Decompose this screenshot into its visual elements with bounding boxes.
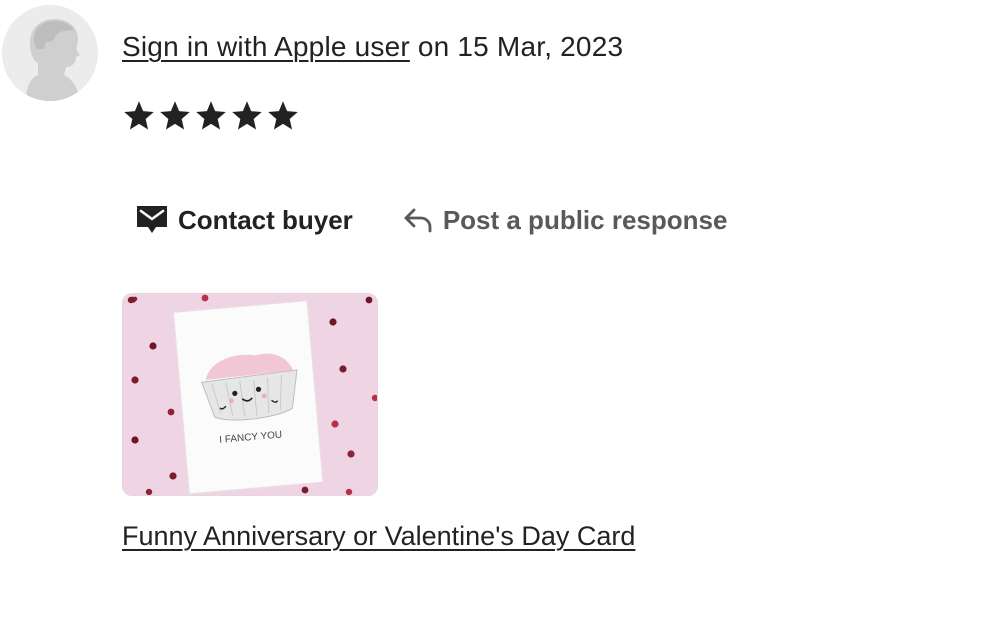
review-actions: Contact buyer Post a public response xyxy=(136,198,727,242)
star-icon xyxy=(160,101,190,130)
star-icon xyxy=(196,101,226,130)
reply-arrow-icon xyxy=(404,208,432,233)
avatar xyxy=(2,5,98,101)
post-public-response-button[interactable]: Post a public response xyxy=(403,198,728,242)
reviewer-name-link[interactable]: Sign in with Apple user xyxy=(122,31,410,62)
contact-buyer-button[interactable]: Contact buyer xyxy=(136,198,353,242)
post-public-response-label: Post a public response xyxy=(442,205,728,235)
listing-thumbnail[interactable]: I FANCY YOU xyxy=(122,293,378,496)
mail-icon xyxy=(137,206,167,233)
default-avatar-icon xyxy=(2,5,98,101)
listing-title-link[interactable]: Funny Anniversary or Valentine's Day Car… xyxy=(122,518,635,554)
star-icon xyxy=(268,101,298,130)
review-header: Sign in with Apple user on 15 Mar, 2023 xyxy=(122,28,623,66)
listing-image: I FANCY YOU xyxy=(123,294,377,495)
review-card: Sign in with Apple user on 15 Mar, 2023 … xyxy=(0,0,998,628)
star-rating xyxy=(122,97,300,135)
star-icon xyxy=(232,101,262,130)
star-icon xyxy=(124,101,154,130)
contact-buyer-label: Contact buyer xyxy=(178,205,353,235)
review-date: on 15 Mar, 2023 xyxy=(417,31,624,62)
greeting-card: I FANCY YOU xyxy=(172,300,324,495)
